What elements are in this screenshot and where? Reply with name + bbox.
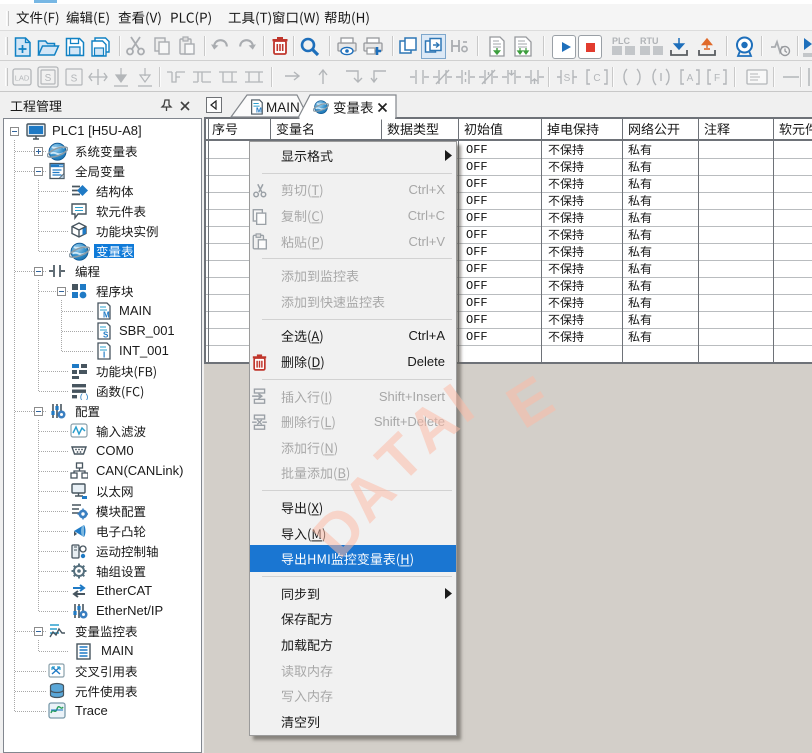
svg-text:M: M (103, 311, 110, 320)
svg-text:I: I (103, 351, 105, 360)
svg-text:F: F (714, 73, 720, 84)
svg-text:S: S (103, 331, 109, 340)
svg-text:S: S (71, 74, 78, 85)
svg-text:S: S (564, 73, 571, 84)
svg-text:M: M (256, 108, 262, 115)
svg-text:LAD: LAD (15, 74, 30, 83)
svg-text:C: C (593, 73, 600, 84)
svg-text:(): () (79, 393, 88, 401)
svg-text:A: A (687, 73, 694, 84)
svg-text:S: S (45, 73, 52, 84)
